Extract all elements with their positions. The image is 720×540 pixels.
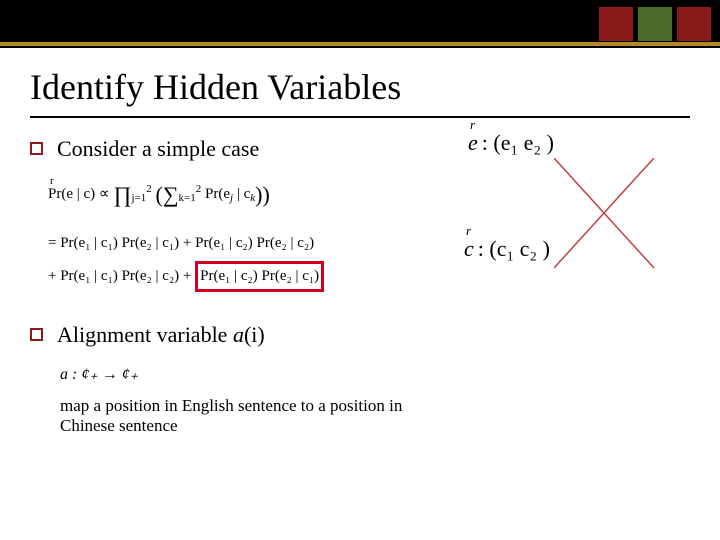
math-line-3: + Pr(e₁ | c₁) Pr(e₂ | c₂) + Pr(e₁ | c₂) …	[48, 261, 440, 293]
decor-gold-line	[0, 42, 720, 46]
bullet-2: Alignment variable a(i)	[30, 322, 440, 348]
slide-title: Identify Hidden Variables	[30, 66, 690, 108]
alignment-def: a : ¢₊ → ¢₊	[60, 362, 440, 388]
bullet-2-text: Alignment variable a(i)	[57, 322, 265, 348]
bullet-2-var: a	[233, 322, 244, 347]
decor-squares	[598, 6, 712, 42]
vec-c-expr: : (c₁ c₂ )	[478, 236, 550, 262]
vec-e-symbol: e	[468, 130, 478, 156]
decor-square-3	[676, 6, 712, 42]
slide-top-bar	[0, 0, 720, 48]
left-column: Consider a simple case Pr(e | c) ∝ ∏j=12…	[30, 136, 440, 436]
bullet-marker-icon	[30, 142, 43, 155]
bullet-marker-icon	[30, 328, 43, 341]
decor-square-1	[598, 6, 634, 42]
decor-square-2	[637, 6, 673, 42]
math-line-2: = Pr(e₁ | c₁) Pr(e₂ | c₁) + Pr(e₁ | c₂) …	[48, 231, 440, 257]
vec-e-expr: : (e₁ e₂ )	[482, 130, 554, 156]
prod-sub: j=1	[132, 192, 147, 204]
right-column: e : (e₁ e₂ ) c : (c₁ c₂ )	[460, 136, 690, 436]
math-lhs: Pr(e | c) ∝	[48, 186, 110, 202]
math-line-1: Pr(e | c) ∝ ∏j=12 (∑k=12 Pr(ej | ck))	[48, 176, 440, 213]
sum-sub: k=1	[179, 192, 196, 204]
product-op: ∏	[113, 182, 131, 207]
cross-lines-diagram	[554, 158, 714, 278]
math-block: Pr(e | c) ∝ ∏j=12 (∑k=12 Pr(ej | ck)) = …	[48, 176, 440, 292]
pr-mid: | c	[233, 186, 250, 202]
prod-sup: 2	[146, 183, 152, 195]
bullet-2-arg: (i)	[244, 322, 265, 347]
bullet-1: Consider a simple case	[30, 136, 440, 162]
rparen-big: ))	[255, 182, 270, 207]
title-underline	[30, 116, 690, 118]
vector-e: e : (e₁ e₂ )	[468, 130, 690, 156]
vec-e-accent: Pr(e | c) ∝	[48, 182, 110, 208]
highlighted-term: Pr(e₁ | c₂) Pr(e₂ | c₁)	[195, 261, 324, 293]
bullet-2-prefix: Alignment variable	[57, 322, 233, 347]
bullet-1-text: Consider a simple case	[57, 136, 259, 162]
slide-content: Identify Hidden Variables Consider a sim…	[0, 48, 720, 436]
columns: Consider a simple case Pr(e | c) ∝ ∏j=12…	[30, 136, 690, 436]
alignment-def-text: a : ¢₊ → ¢₊	[60, 366, 138, 383]
alignment-map-text: map a position in English sentence to a …	[60, 396, 440, 436]
lparen-big: (	[156, 182, 163, 207]
math-line3-prefix: + Pr(e₁ | c₁) Pr(e₂ | c₂) +	[48, 268, 195, 284]
sum-sup: 2	[196, 183, 202, 195]
pr-ej: Pr(e	[205, 186, 230, 202]
vec-c-symbol: c	[464, 236, 474, 262]
sum-op: ∑	[163, 182, 179, 207]
